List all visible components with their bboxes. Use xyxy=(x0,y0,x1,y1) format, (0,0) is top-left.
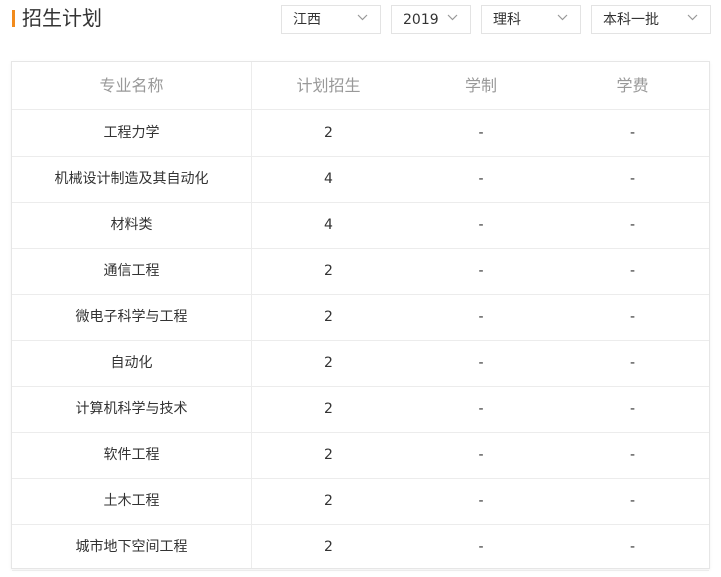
cell-major: 计算机科学与技术 xyxy=(75,401,188,417)
column-header-plan: 计划招生 xyxy=(296,76,361,95)
cell-plan: 2 xyxy=(324,355,333,371)
cell-plan: 2 xyxy=(324,401,333,417)
cell-duration: - xyxy=(478,125,484,141)
enrollment-plan-table: 专业名称 计划招生 学制 学费 工程力学 2 - - 机械设计制造及其自动化 4… xyxy=(11,61,710,571)
cell-plan: 4 xyxy=(324,171,333,187)
chevron-down-icon xyxy=(447,14,458,21)
cell-fee: - xyxy=(629,217,636,233)
cell-duration: - xyxy=(478,539,484,555)
cell-fee: - xyxy=(629,309,636,325)
cell-duration: - xyxy=(478,217,484,233)
batch-select-value: 本科一批 xyxy=(603,12,659,28)
table-row: 通信工程 2 - - xyxy=(12,248,709,295)
cell-duration: - xyxy=(478,493,484,509)
table-row: 计算机科学与技术 2 - - xyxy=(12,386,709,433)
cell-major: 土木工程 xyxy=(103,493,160,509)
table-row: 土木工程 2 - - xyxy=(12,478,709,525)
cell-duration: - xyxy=(478,355,484,371)
table-row: 工程力学 2 - - xyxy=(12,110,709,157)
cell-major: 机械设计制造及其自动化 xyxy=(54,171,209,187)
cell-duration: - xyxy=(478,401,484,417)
cell-major: 城市地下空间工程 xyxy=(75,539,188,555)
column-header-major: 专业名称 xyxy=(99,76,164,95)
cell-fee: - xyxy=(629,493,636,509)
cell-major: 通信工程 xyxy=(103,263,160,279)
table-row: 城市地下空间工程 2 - - xyxy=(12,524,709,571)
table-header: 专业名称 计划招生 学制 学费 xyxy=(12,62,709,110)
cell-major: 工程力学 xyxy=(103,125,160,141)
cell-duration: - xyxy=(478,263,484,279)
table-row: 软件工程 2 - - xyxy=(12,432,709,479)
cell-plan: 2 xyxy=(324,309,333,325)
year-select[interactable]: 2019 xyxy=(391,5,471,34)
cell-plan: 4 xyxy=(324,217,333,233)
cell-fee: - xyxy=(629,263,636,279)
chevron-down-icon xyxy=(357,14,368,21)
cell-plan: 2 xyxy=(324,539,333,555)
cell-major: 微电子科学与工程 xyxy=(75,309,188,325)
subject-type-select-value: 理科 xyxy=(493,12,521,28)
province-select[interactable]: 江西 xyxy=(281,5,381,34)
cell-fee: - xyxy=(629,355,636,371)
cell-plan: 2 xyxy=(324,447,333,463)
cell-plan: 2 xyxy=(324,125,333,141)
subject-type-select[interactable]: 理科 xyxy=(481,5,581,34)
title-accent-bar xyxy=(12,10,15,27)
cell-major: 材料类 xyxy=(110,217,153,233)
cell-plan: 2 xyxy=(324,493,333,509)
column-header-duration: 学制 xyxy=(464,76,497,95)
cell-duration: - xyxy=(478,171,484,187)
page-title: 招生计划 xyxy=(22,6,102,30)
table-row: 机械设计制造及其自动化 4 - - xyxy=(12,156,709,203)
cell-major: 软件工程 xyxy=(103,447,160,463)
table-row: 自动化 2 - - xyxy=(12,340,709,387)
cell-fee: - xyxy=(629,539,636,555)
cell-major: 自动化 xyxy=(110,355,153,371)
table-row: 材料类 4 - - xyxy=(12,202,709,249)
cell-fee: - xyxy=(629,125,636,141)
year-select-value: 2019 xyxy=(403,12,439,28)
header: 招生计划 江西 2019 理科 本科一批 xyxy=(0,0,721,44)
cell-fee: - xyxy=(629,401,636,417)
batch-select[interactable]: 本科一批 xyxy=(591,5,711,34)
cell-duration: - xyxy=(478,447,484,463)
cell-duration: - xyxy=(478,309,484,325)
chevron-down-icon xyxy=(687,14,698,21)
column-header-fee: 学费 xyxy=(616,76,649,95)
chevron-down-icon xyxy=(557,14,568,21)
column-divider xyxy=(251,62,252,568)
table-row: 微电子科学与工程 2 - - xyxy=(12,294,709,341)
cell-plan: 2 xyxy=(324,263,333,279)
cell-fee: - xyxy=(629,171,636,187)
province-select-value: 江西 xyxy=(293,12,321,28)
cell-fee: - xyxy=(629,447,636,463)
